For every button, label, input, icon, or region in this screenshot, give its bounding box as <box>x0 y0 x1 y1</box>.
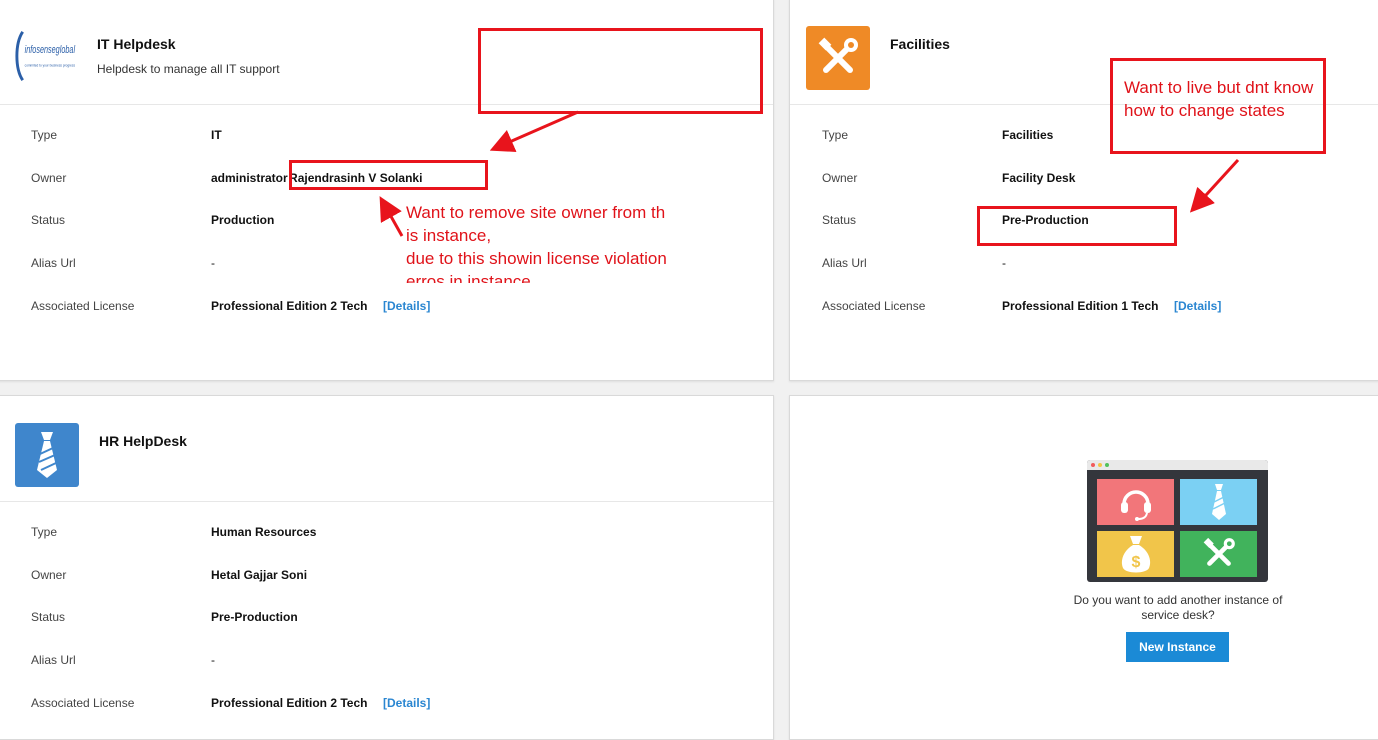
license-value: Professional Edition 1 Tech <box>1002 299 1159 313</box>
license-label: Associated License <box>822 299 926 313</box>
status-value: Production <box>211 213 275 227</box>
status-label: Status <box>31 610 66 624</box>
money-bag-icon: $ <box>1121 536 1150 573</box>
annotation-line-2: is instance, <box>406 226 492 245</box>
service-desk-illustration: $ <box>1087 460 1268 582</box>
annotation-line-3: due to this showin license violation <box>406 249 667 268</box>
window-dot-green <box>1105 463 1109 467</box>
annotation-text-go-live: Want to live but dnt know how to change … <box>1124 76 1324 122</box>
owner-label: Owner <box>822 171 858 185</box>
annotation-text-remove-owner: Want to remove site owner from th is ins… <box>406 201 726 283</box>
card-title[interactable]: IT Helpdesk <box>97 36 176 52</box>
alias-url-value: - <box>1002 256 1006 270</box>
alias-url-label: Alias Url <box>31 256 76 270</box>
owner-label: Owner <box>31 171 67 185</box>
license-details-link[interactable]: [Details] <box>1174 299 1221 313</box>
card-title[interactable]: Facilities <box>890 36 950 52</box>
license-label: Associated License <box>31 299 135 313</box>
owner-prefix: administrator <box>211 171 288 185</box>
infosenseglobal-logo: infosenseglobal commited to your busines… <box>13 24 77 88</box>
necktie-icon <box>1211 484 1226 520</box>
necktie-icon <box>37 432 57 478</box>
status-value: Pre-Production <box>211 610 298 624</box>
new-instance-prompt: Do you want to add another instance of s… <box>1028 593 1328 623</box>
license-value: Professional Edition 2 Tech <box>211 299 368 313</box>
window-titlebar <box>1087 460 1268 470</box>
owner-value: Facility Desk <box>1002 171 1076 185</box>
tools-icon <box>1203 537 1235 566</box>
window-dot-red <box>1091 463 1095 467</box>
tile-finance: $ <box>1097 531 1174 577</box>
card-header: HR HelpDesk <box>0 396 773 502</box>
tile-facilities <box>1180 531 1257 577</box>
instance-card-hr-helpdesk: HR HelpDesk Type Human Resources Owner H… <box>0 395 774 740</box>
status-label: Status <box>822 213 857 227</box>
card-subtitle: Helpdesk to manage all IT support <box>97 62 280 76</box>
type-label: Type <box>31 525 58 539</box>
license-details-link[interactable]: [Details] <box>383 299 430 313</box>
window-dot-yellow <box>1098 463 1102 467</box>
annotation-box-empty <box>478 28 763 114</box>
annotation-line-4: erros in instance <box>406 272 531 283</box>
annotation-line-2: how to change states <box>1124 101 1285 120</box>
card-title[interactable]: HR HelpDesk <box>99 433 187 449</box>
prompt-line-2: service desk? <box>1141 608 1215 622</box>
headset-icon <box>1120 490 1151 521</box>
type-value: Facilities <box>1002 128 1054 142</box>
status-label: Status <box>31 213 66 227</box>
annotation-box-owner <box>289 160 488 190</box>
owner-label: Owner <box>31 568 67 582</box>
type-label: Type <box>822 128 849 142</box>
tools-icon <box>818 37 858 73</box>
owner-value: Hetal Gajjar Soni <box>211 568 308 582</box>
type-value: IT <box>211 128 222 142</box>
type-value: Human Resources <box>211 525 317 539</box>
alias-url-label: Alias Url <box>31 653 76 667</box>
alias-url-value: - <box>211 256 215 270</box>
alias-url-value: - <box>211 653 215 667</box>
new-instance-button[interactable]: New Instance <box>1126 632 1229 662</box>
annotation-line-1: Want to remove site owner from th <box>406 203 666 222</box>
type-label: Type <box>31 128 58 142</box>
logo-tagline: commited to your business progress <box>25 63 75 68</box>
annotation-line-1: Want to live but dnt know <box>1124 78 1314 97</box>
facilities-logo <box>806 26 870 90</box>
license-value: Professional Edition 2 Tech <box>211 696 368 710</box>
license-label: Associated License <box>31 696 135 710</box>
svg-text:$: $ <box>1131 554 1140 571</box>
prompt-line-1: Do you want to add another instance of <box>1073 593 1283 607</box>
alias-url-label: Alias Url <box>822 256 867 270</box>
tile-support <box>1097 479 1174 525</box>
logo-wordmark: infosenseglobal <box>25 44 76 56</box>
new-instance-card: $ Do you want to add another instance of… <box>789 395 1378 740</box>
annotation-box-status <box>977 206 1177 246</box>
hr-logo <box>15 423 79 487</box>
tile-hr <box>1180 479 1257 525</box>
license-details-link[interactable]: [Details] <box>383 696 430 710</box>
